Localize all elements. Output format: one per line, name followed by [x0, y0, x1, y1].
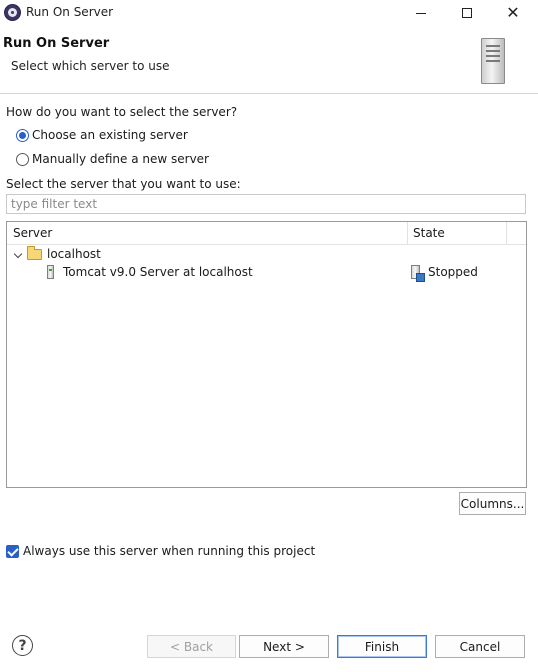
page-subtitle: Select which server to use [11, 59, 170, 73]
existing-server-radio[interactable] [16, 129, 29, 142]
table-header: Server State [7, 222, 526, 245]
column-separator[interactable] [407, 222, 408, 244]
close-button[interactable]: ✕ [490, 0, 536, 26]
tree-group-label: localhost [47, 247, 101, 261]
minimize-icon [416, 12, 426, 14]
column-header-state[interactable]: State [413, 226, 445, 240]
maximize-button[interactable] [444, 0, 490, 26]
server-table[interactable]: Server State localhost Tomcat v9.0 Serve… [6, 221, 527, 488]
close-icon: ✕ [506, 3, 520, 22]
back-button[interactable]: < Back [147, 635, 236, 658]
page-title: Run On Server [3, 36, 110, 51]
eclipse-app-icon [4, 4, 21, 21]
title-bar: Run On Server ✕ [0, 0, 538, 26]
selection-question: How do you want to select the server? [6, 105, 238, 119]
help-icon[interactable]: ? [12, 635, 33, 656]
always-use-checkbox[interactable] [6, 545, 19, 558]
finish-button[interactable]: Finish [337, 635, 427, 658]
minimize-button[interactable] [398, 0, 444, 26]
server-name: Tomcat v9.0 Server at localhost [63, 265, 253, 279]
wizard-content: How do you want to select the server? Ch… [0, 95, 538, 672]
always-use-label[interactable]: Always use this server when running this… [23, 544, 315, 558]
server-icon [47, 265, 54, 279]
tree-row-localhost[interactable]: localhost [7, 246, 526, 264]
server-banner-icon [481, 38, 505, 84]
columns-button[interactable]: Columns... [459, 492, 526, 515]
cancel-button[interactable]: Cancel [435, 635, 525, 658]
column-header-server[interactable]: Server [13, 226, 52, 240]
next-button[interactable]: Next > [239, 635, 329, 658]
folder-open-icon [27, 246, 42, 260]
existing-server-label[interactable]: Choose an existing server [32, 128, 188, 142]
new-server-radio[interactable] [16, 153, 29, 166]
new-server-label[interactable]: Manually define a new server [32, 152, 209, 166]
server-state: Stopped [428, 265, 478, 279]
column-separator[interactable] [506, 222, 507, 244]
chevron-down-icon[interactable] [13, 249, 23, 259]
table-row[interactable]: Tomcat v9.0 Server at localhost Stopped [7, 264, 526, 282]
filter-input[interactable] [6, 194, 526, 214]
server-stopped-icon [411, 265, 425, 282]
server-prompt: Select the server that you want to use: [6, 177, 241, 191]
maximize-icon [462, 8, 472, 18]
window-title: Run On Server [26, 5, 114, 19]
wizard-header: Run On Server Select which server to use [0, 26, 538, 94]
